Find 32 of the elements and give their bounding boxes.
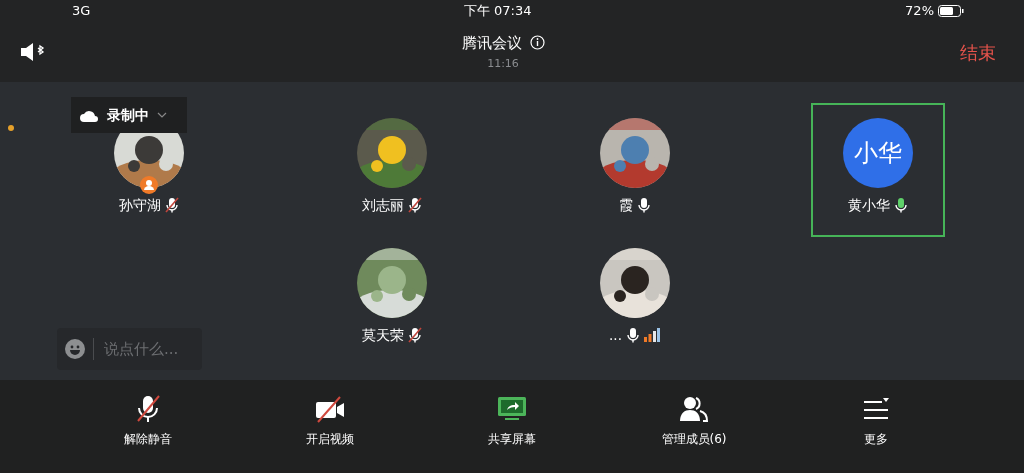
- clock-label: 下午 07:34: [463, 2, 532, 21]
- chevron-down-icon: [157, 112, 167, 118]
- participant-name: ...: [609, 326, 622, 344]
- participant-name: 孙守湖: [118, 196, 161, 214]
- status-dot: [8, 125, 14, 131]
- toolbar-button[interactable]: 解除静音: [57, 380, 239, 473]
- meeting-duration: 11:16: [487, 56, 519, 72]
- video-off-icon: [315, 394, 345, 424]
- recording-dropdown-menu[interactable]: 录制中: [71, 97, 187, 133]
- end-button[interactable]: 结束: [960, 38, 996, 66]
- avatar-initials: 小华: [842, 118, 913, 188]
- members-icon: [679, 394, 709, 424]
- speaker-bluetooth-icon[interactable]: [20, 42, 46, 62]
- cloud-icon: [79, 108, 99, 122]
- battery-label: 72%: [905, 2, 934, 21]
- info-icon[interactable]: [529, 35, 545, 51]
- toolbar-button[interactable]: 管理成员(6): [603, 380, 785, 473]
- network-label: 3G: [72, 2, 91, 21]
- battery-icon: [938, 5, 964, 17]
- participant-name: 刘志丽: [361, 196, 404, 214]
- participant-name: 莫天荣: [361, 326, 404, 344]
- chat-input-field[interactable]: 说点什么...: [57, 328, 202, 370]
- meeting-title: 腾讯会议: [461, 32, 522, 54]
- toolbar-button[interactable]: 开启视频: [239, 380, 421, 473]
- participant-name: 霞: [618, 196, 633, 214]
- participant-name: 黄小华: [847, 196, 890, 214]
- emoji-icon[interactable]: [65, 339, 85, 359]
- text-input[interactable]: 说点什么...: [102, 336, 192, 362]
- recording-label: 录制中: [107, 105, 149, 125]
- participant-tile[interactable]: 小华 黄小华: [810, 103, 945, 237]
- toolbar-button[interactable]: 更多: [785, 380, 967, 473]
- toolbar-button[interactable]: 共享屏幕: [421, 380, 603, 473]
